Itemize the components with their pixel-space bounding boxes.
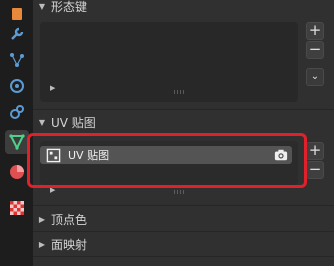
texture-icon [10,201,24,215]
particles-tab[interactable] [5,48,29,72]
expand-triangle-icon: ▶ [38,239,46,249]
panel-divider [33,205,334,206]
vertex-colors-panel-header[interactable]: ▶ 顶点色 [33,208,334,230]
uv-maps-panel-header[interactable]: ▼ UV 贴图 [33,111,334,133]
modifiers-tab[interactable] [5,22,29,46]
highlight-annotation [27,133,307,188]
shape-key-specials-button[interactable]: ⌄ [306,68,324,86]
panel-divider [33,109,334,110]
material-tab[interactable] [5,160,29,184]
constraints-tab[interactable] [5,100,29,124]
uv-maps-title: UV 贴图 [51,115,96,130]
list-resize-grip[interactable] [173,90,185,94]
vertex-colors-title: 顶点色 [51,212,88,227]
shape-keys-title: 形态键 [51,0,88,14]
mesh-data-tab[interactable] [5,130,29,154]
object-icon [12,8,22,20]
add-shape-key-button[interactable]: + [306,22,324,40]
collapse-triangle-icon: ▼ [38,1,46,11]
properties-tab-strip [0,0,33,266]
panel-divider [33,256,334,257]
shape-keys-list[interactable] [40,22,298,102]
shape-keys-panel-header[interactable]: ▼ 形态键 [33,0,334,17]
constraint-icon [10,105,24,119]
material-icon [10,165,24,179]
list-resize-grip[interactable] [173,190,185,194]
mesh-data-icon [9,134,25,151]
face-maps-panel-header[interactable]: ▶ 面映射 [33,233,334,255]
texture-tab[interactable] [5,196,29,220]
physics-tab[interactable] [5,74,29,98]
remove-uv-map-button[interactable]: − [306,161,324,179]
wrench-icon [11,27,24,40]
expand-triangle-icon: ▶ [38,214,46,224]
collapse-triangle-icon: ▼ [38,117,46,127]
panel-divider [33,231,334,232]
add-uv-map-button[interactable]: + [306,142,324,160]
list-filter-toggle-icon[interactable]: ▶ [50,84,55,92]
face-maps-title: 面映射 [51,237,88,252]
physics-icon [10,79,24,93]
remove-shape-key-button[interactable]: − [306,41,324,59]
particles-icon [10,53,24,67]
